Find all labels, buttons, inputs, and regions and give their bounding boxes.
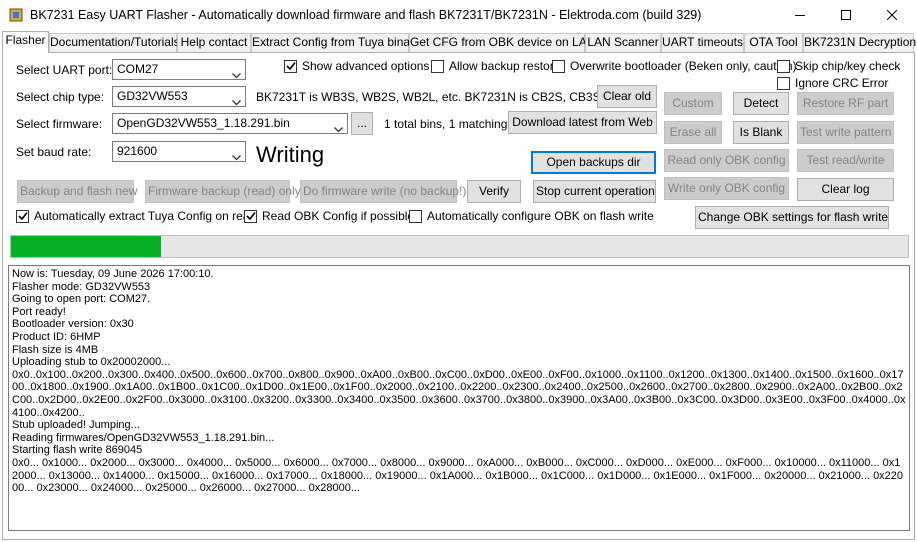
write-only-obk-config-button[interactable]: Write only OBK config bbox=[664, 177, 789, 200]
tab-help-contact[interactable]: Help contact bbox=[177, 33, 251, 52]
checkbox-icon bbox=[409, 209, 422, 223]
skip-chip-check-checkbox[interactable]: Skip chip/key check bbox=[777, 59, 900, 73]
tab-bk7231n-decryption[interactable]: BK7231N Decryption bbox=[803, 33, 916, 52]
close-button[interactable] bbox=[869, 0, 915, 31]
ignore-crc-checkbox[interactable]: Ignore CRC Error bbox=[777, 76, 888, 90]
stop-operation-button[interactable]: Stop current operation bbox=[533, 180, 656, 203]
progress-fill bbox=[11, 236, 161, 257]
uart-port-value: COM27 bbox=[117, 62, 159, 76]
checkbox-icon bbox=[777, 76, 790, 90]
chip-type-select[interactable]: GD32VW553 bbox=[112, 86, 246, 107]
tab-flasher[interactable]: Flasher bbox=[2, 31, 49, 53]
clear-old-button[interactable]: Clear old bbox=[597, 85, 657, 108]
uart-port-label: Select UART port: bbox=[16, 63, 113, 77]
allow-backup-restore-checkbox[interactable]: Allow backup restore bbox=[431, 59, 560, 73]
browse-button[interactable]: ... bbox=[351, 112, 373, 135]
maximize-icon bbox=[841, 9, 851, 23]
download-latest-button[interactable]: Download latest from Web bbox=[508, 111, 657, 134]
verify-button[interactable]: Verify bbox=[467, 180, 521, 203]
window-title: BK7231 Easy UART Flasher - Automatically… bbox=[30, 8, 702, 22]
read-obk-config-checkbox[interactable]: Read OBK Config if possible bbox=[244, 209, 414, 223]
close-icon bbox=[886, 9, 898, 23]
baud-rate-value: 921600 bbox=[117, 144, 158, 158]
skip-chip-check-label: Skip chip/key check bbox=[795, 59, 901, 73]
baud-rate-select[interactable]: 921600 bbox=[112, 141, 246, 162]
auto-extract-tuya-checkbox[interactable]: Automatically extract Tuya Config on rea… bbox=[16, 209, 256, 223]
tab-extract-config[interactable]: Extract Config from Tuya binary bbox=[251, 33, 420, 52]
title-bar[interactable]: BK7231 Easy UART Flasher - Automatically… bbox=[0, 0, 917, 31]
chevron-down-icon bbox=[232, 148, 241, 167]
test-read-write-button[interactable]: Test read/write bbox=[797, 149, 894, 172]
chip-type-value: GD32VW553 bbox=[117, 89, 188, 103]
auto-configure-obk-label: Automatically configure OBK on flash wri… bbox=[427, 209, 654, 223]
checkbox-icon bbox=[244, 209, 257, 223]
tab-documentation[interactable]: Documentation/Tutorials bbox=[49, 33, 180, 52]
tab-lan-scanner[interactable]: LAN Scanner bbox=[585, 33, 661, 52]
firmware-label: Select firmware: bbox=[16, 117, 103, 131]
firmware-value: OpenGD32VW553_1.18.291.bin bbox=[117, 116, 290, 130]
show-advanced-checkbox[interactable]: Show advanced options bbox=[284, 59, 429, 73]
overwrite-bootloader-checkbox[interactable]: Overwrite bootloader (Beken only, cautio… bbox=[552, 59, 797, 73]
chip-info-text: BK7231T is WB3S, WB2S, WB2L, etc. BK7231… bbox=[256, 90, 624, 104]
checkbox-icon bbox=[16, 209, 29, 223]
backup-flash-new-button[interactable]: Backup and flash new bbox=[17, 180, 137, 203]
clear-log-button[interactable]: Clear log bbox=[797, 178, 894, 201]
tab-uart-timeouts[interactable]: UART timeouts bbox=[661, 33, 744, 52]
bins-info-text: 1 total bins, 1 matching. bbox=[384, 117, 511, 131]
chip-icon bbox=[9, 8, 23, 22]
tab-ota-tool[interactable]: OTA Tool bbox=[744, 33, 803, 52]
checkbox-icon bbox=[284, 59, 297, 73]
auto-extract-tuya-label: Automatically extract Tuya Config on rea… bbox=[34, 209, 257, 223]
chevron-down-icon bbox=[232, 66, 241, 85]
open-backups-button[interactable]: Open backups dir bbox=[531, 151, 656, 174]
change-obk-settings-button[interactable]: Change OBK settings for flash write bbox=[695, 206, 889, 229]
firmware-select[interactable]: OpenGD32VW553_1.18.291.bin bbox=[112, 113, 348, 134]
read-only-obk-config-button[interactable]: Read only OBK config bbox=[664, 149, 789, 172]
allow-backup-restore-label: Allow backup restore bbox=[449, 59, 561, 73]
chip-type-label: Select chip type: bbox=[16, 90, 105, 104]
minimize-button[interactable] bbox=[777, 0, 823, 31]
ignore-crc-label: Ignore CRC Error bbox=[795, 76, 889, 90]
uart-port-select[interactable]: COM27 bbox=[112, 59, 246, 80]
firmware-backup-button[interactable]: Firmware backup (read) only bbox=[145, 180, 301, 203]
tab-get-cfg[interactable]: Get CFG from OBK device on LAN bbox=[409, 33, 595, 52]
chevron-down-icon bbox=[232, 93, 241, 112]
read-obk-config-label: Read OBK Config if possible bbox=[262, 209, 415, 223]
restore-rf-button[interactable]: Restore RF part bbox=[797, 92, 894, 115]
checkbox-icon bbox=[777, 59, 790, 73]
checkbox-icon bbox=[552, 59, 565, 73]
minimize-icon bbox=[795, 9, 805, 23]
auto-configure-obk-checkbox[interactable]: Automatically configure OBK on flash wri… bbox=[409, 209, 654, 223]
erase-all-button[interactable]: Erase all bbox=[664, 121, 722, 144]
chevron-down-icon bbox=[334, 120, 343, 139]
operation-status: Writing bbox=[256, 142, 325, 167]
detect-button[interactable]: Detect bbox=[733, 92, 789, 115]
maximize-button[interactable] bbox=[823, 0, 869, 31]
baud-rate-label: Set baud rate: bbox=[16, 145, 92, 159]
custom-button[interactable]: Custom bbox=[664, 92, 722, 115]
progress-bar bbox=[10, 235, 909, 258]
test-write-pattern-button[interactable]: Test write pattern bbox=[797, 121, 894, 144]
is-blank-button[interactable]: Is Blank bbox=[733, 121, 789, 144]
overwrite-bootloader-label: Overwrite bootloader (Beken only, cautio… bbox=[570, 59, 797, 73]
show-advanced-label: Show advanced options bbox=[302, 59, 430, 73]
do-firmware-write-button[interactable]: Do firmware write (no backup!) bbox=[300, 180, 466, 203]
log-output[interactable]: Now is: Tuesday, 09 June 2026 17:00:10. … bbox=[8, 265, 910, 531]
checkbox-icon bbox=[431, 59, 444, 73]
